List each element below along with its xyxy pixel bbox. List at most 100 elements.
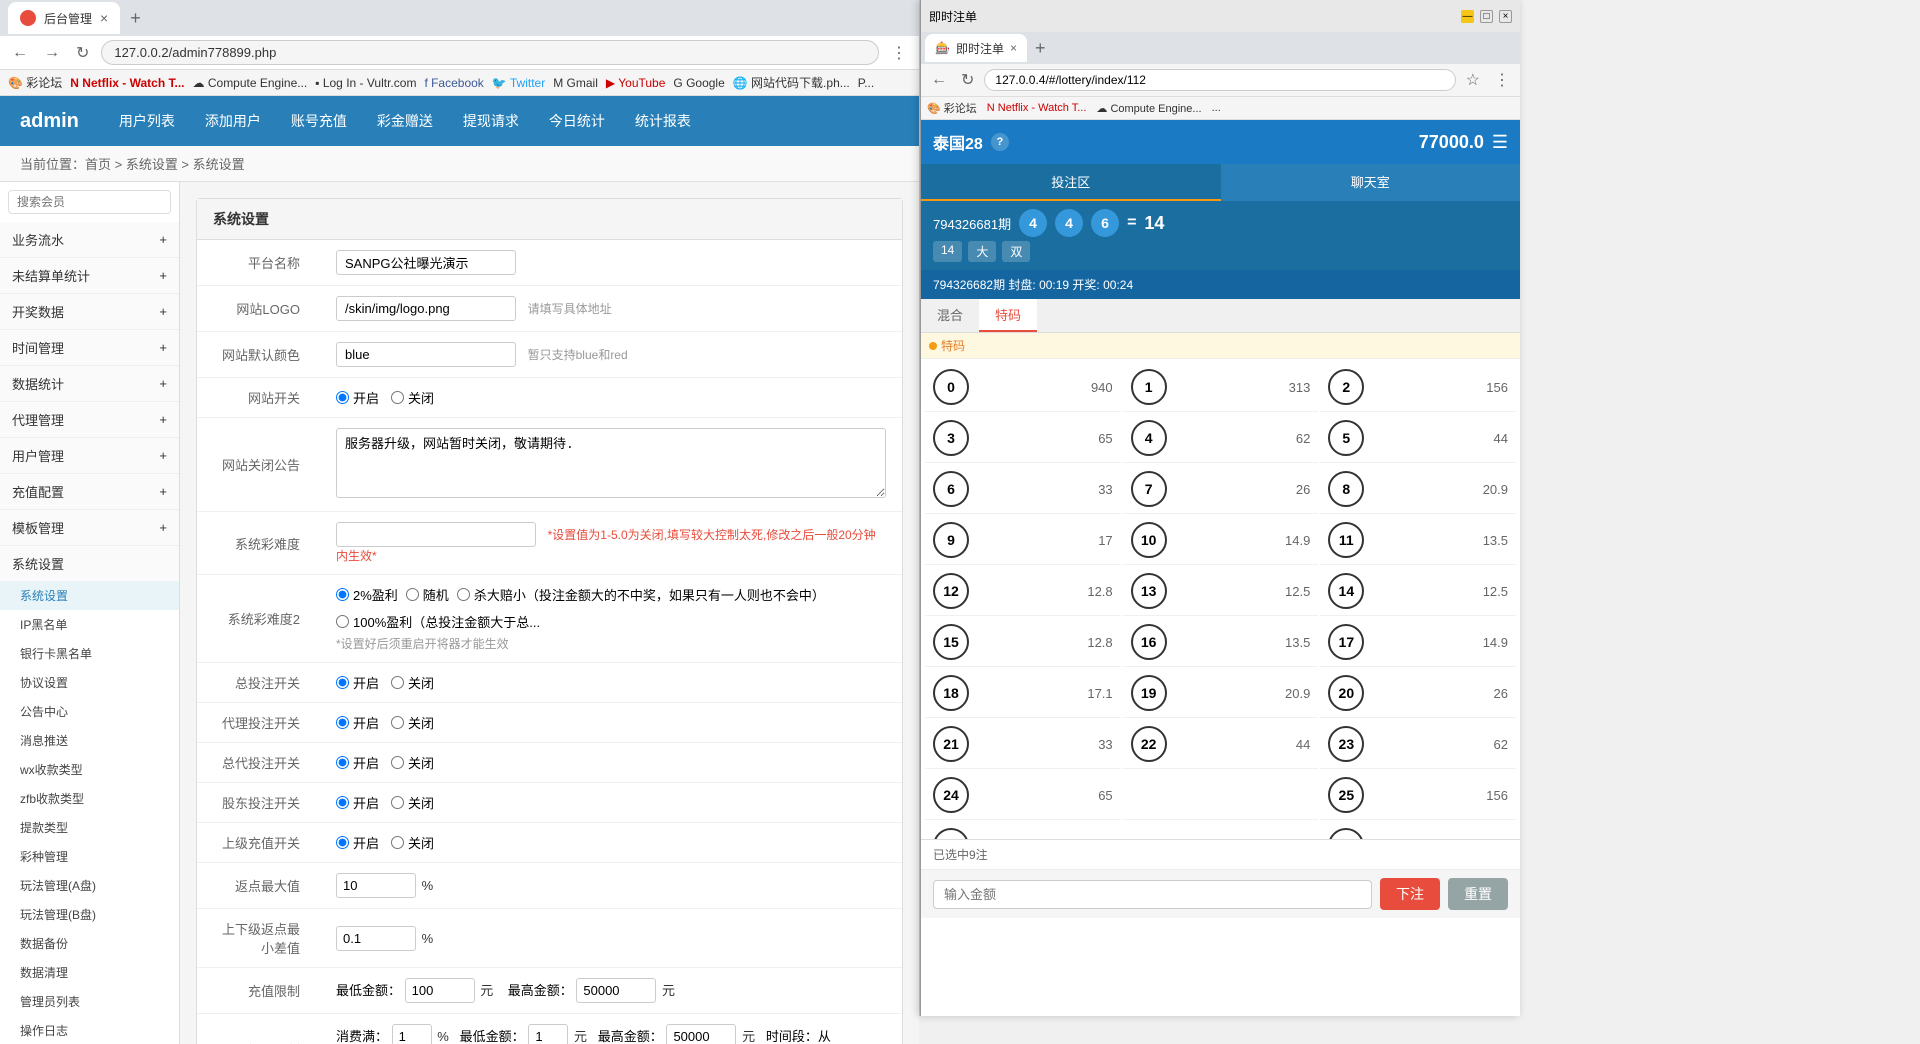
- nav-users[interactable]: 用户列表: [119, 111, 175, 131]
- number-circle-0[interactable]: 0: [933, 369, 969, 405]
- number-circle-3[interactable]: 3: [933, 420, 969, 456]
- sidebar-subitem-protocol[interactable]: 协议设置: [0, 668, 179, 697]
- bookmark-youtube[interactable]: ▶ YouTube: [606, 76, 666, 90]
- number-circle-10[interactable]: 10: [1131, 522, 1167, 558]
- bookmark-p[interactable]: P...: [858, 76, 874, 90]
- forward-button[interactable]: →: [40, 42, 64, 64]
- nav-stats-report[interactable]: 统计报表: [635, 111, 691, 131]
- diff2-random[interactable]: 随机: [406, 585, 449, 604]
- sidebar-item-rechargeconfig[interactable]: 充值配置+: [0, 474, 179, 509]
- bookmark-gmail[interactable]: M Gmail: [553, 76, 598, 90]
- sidebar-item-agent[interactable]: 代理管理+: [0, 402, 179, 437]
- sidebar-subitem-announcement[interactable]: 公告中心: [0, 697, 179, 726]
- number-circle-21[interactable]: 21: [933, 726, 969, 762]
- total-agent-bet-close[interactable]: 关闭: [391, 753, 434, 772]
- sidebar-item-syssettings[interactable]: 系统设置: [0, 546, 179, 581]
- shareholder-bet-open[interactable]: 开启: [336, 793, 379, 812]
- url-input[interactable]: [101, 40, 879, 65]
- diff2-profit[interactable]: 2%盈利: [336, 585, 398, 604]
- diff2-kill[interactable]: 杀大赔小（投注金额大的不中奖，如果只有一人则也不会中）: [457, 585, 825, 604]
- right-tab-close[interactable]: ×: [1010, 41, 1017, 55]
- lottery-menu-icon[interactable]: ☰: [1492, 132, 1508, 153]
- recharge-max-input[interactable]: [576, 978, 656, 1003]
- number-circle-15[interactable]: 15: [933, 624, 969, 660]
- sidebar-item-datastats[interactable]: 数据统计+: [0, 366, 179, 401]
- number-circle-11[interactable]: 11: [1328, 522, 1364, 558]
- diff2-full[interactable]: 100%盈利（总投注金额大于总...: [336, 612, 540, 631]
- number-circle-13[interactable]: 13: [1131, 573, 1167, 609]
- bookmark-netflix[interactable]: N Netflix - Watch T...: [70, 76, 184, 90]
- window-maximize[interactable]: □: [1480, 10, 1493, 23]
- back-button[interactable]: ←: [8, 42, 32, 64]
- withdraw-consume-input[interactable]: [392, 1024, 432, 1044]
- bet-reset-button[interactable]: 重置: [1448, 878, 1508, 910]
- withdraw-min-input[interactable]: [528, 1024, 568, 1044]
- right-bookmark-more[interactable]: ...: [1212, 102, 1221, 114]
- bookmark-vultr[interactable]: ▪ Log In - Vultr.com: [315, 76, 416, 90]
- game-tab-mixed[interactable]: 混合: [921, 299, 979, 332]
- sidebar-item-usermgmt[interactable]: 用户管理+: [0, 438, 179, 473]
- number-circle-26[interactable]: 26: [933, 828, 969, 839]
- site-switch-close[interactable]: 关闭: [391, 388, 434, 407]
- window-minimize[interactable]: —: [1461, 10, 1474, 23]
- number-circle-9[interactable]: 9: [933, 522, 969, 558]
- number-circle-7[interactable]: 7: [1131, 471, 1167, 507]
- total-bet-open[interactable]: 开启: [336, 673, 379, 692]
- agent-bet-open[interactable]: 开启: [336, 713, 379, 732]
- right-bookmark-netflix[interactable]: N Netflix - Watch T...: [987, 102, 1087, 114]
- sidebar-subitem-admin-list[interactable]: 管理员列表: [0, 987, 179, 1016]
- number-circle-19[interactable]: 19: [1131, 675, 1167, 711]
- active-tab[interactable]: 后台管理 ×: [8, 2, 120, 34]
- window-close[interactable]: ×: [1499, 10, 1512, 23]
- sidebar-item-template[interactable]: 模板管理+: [0, 510, 179, 545]
- reload-button[interactable]: ↻: [72, 41, 93, 65]
- nav-add-user[interactable]: 添加用户: [205, 111, 261, 131]
- sidebar-subitem-message[interactable]: 消息推送: [0, 726, 179, 755]
- number-circle-18[interactable]: 18: [933, 675, 969, 711]
- sidebar-subitem-syssettings[interactable]: 系统设置: [0, 581, 179, 610]
- bet-amount-input[interactable]: [933, 880, 1372, 909]
- close-notice-textarea[interactable]: 服务器升级，网站暂时关闭，敬请期待.: [336, 428, 886, 498]
- number-circle-4[interactable]: 4: [1131, 420, 1167, 456]
- right-active-tab[interactable]: 🎰 即时注单 ×: [925, 34, 1027, 62]
- sidebar-search-input[interactable]: [8, 190, 171, 214]
- number-circle-17[interactable]: 17: [1328, 624, 1364, 660]
- site-switch-open[interactable]: 开启: [336, 388, 379, 407]
- color-input[interactable]: [336, 342, 516, 367]
- sidebar-subitem-data-clean[interactable]: 数据清理: [0, 958, 179, 987]
- recharge-min-input[interactable]: [405, 978, 475, 1003]
- number-circle-1[interactable]: 1: [1131, 369, 1167, 405]
- bookmark-netcode[interactable]: 🌐 网站代码下载.ph...: [733, 74, 850, 91]
- number-circle-8[interactable]: 8: [1328, 471, 1364, 507]
- nav-bonus[interactable]: 彩金赠送: [377, 111, 433, 131]
- sidebar-subitem-data-backup[interactable]: 数据备份: [0, 929, 179, 958]
- recharge-switch-close[interactable]: 关闭: [391, 833, 434, 852]
- game-tab-special[interactable]: 特码: [979, 299, 1037, 332]
- right-menu-button[interactable]: ⋮: [1490, 68, 1514, 92]
- sidebar-subitem-ipblacklist[interactable]: IP黑名单: [0, 610, 179, 639]
- menu-button[interactable]: ⋮: [887, 41, 911, 65]
- sidebar-item-lottery[interactable]: 开奖数据+: [0, 294, 179, 329]
- number-circle-25[interactable]: 25: [1328, 777, 1364, 813]
- number-circle-14[interactable]: 14: [1328, 573, 1364, 609]
- sidebar-subitem-play-a[interactable]: 玩法管理(A盘): [0, 871, 179, 900]
- number-circle-22[interactable]: 22: [1131, 726, 1167, 762]
- total-agent-bet-open[interactable]: 开启: [336, 753, 379, 772]
- nav-recharge[interactable]: 账号充值: [291, 111, 347, 131]
- right-bookmark-compute[interactable]: ☁ Compute Engine...: [1096, 102, 1201, 115]
- lottery-info-icon[interactable]: ?: [991, 133, 1009, 151]
- sidebar-item-business[interactable]: 业务流水+: [0, 222, 179, 257]
- tab-close-btn[interactable]: ×: [100, 10, 108, 26]
- nav-today-stats[interactable]: 今日统计: [549, 111, 605, 131]
- number-circle-2[interactable]: 2: [1328, 369, 1364, 405]
- sidebar-subitem-play-b[interactable]: 玩法管理(B盘): [0, 900, 179, 929]
- shareholder-bet-close[interactable]: 关闭: [391, 793, 434, 812]
- rebate-diff-input[interactable]: [336, 926, 416, 951]
- lottery-tab-betting[interactable]: 投注区: [921, 164, 1221, 201]
- agent-bet-close[interactable]: 关闭: [391, 713, 434, 732]
- platform-name-input[interactable]: [336, 250, 516, 275]
- sidebar-subitem-zfb[interactable]: zfb收款类型: [0, 784, 179, 813]
- right-star-button[interactable]: ☆: [1462, 68, 1484, 92]
- sidebar-subitem-lottery-type[interactable]: 彩种管理: [0, 842, 179, 871]
- bet-submit-button[interactable]: 下注: [1380, 878, 1440, 910]
